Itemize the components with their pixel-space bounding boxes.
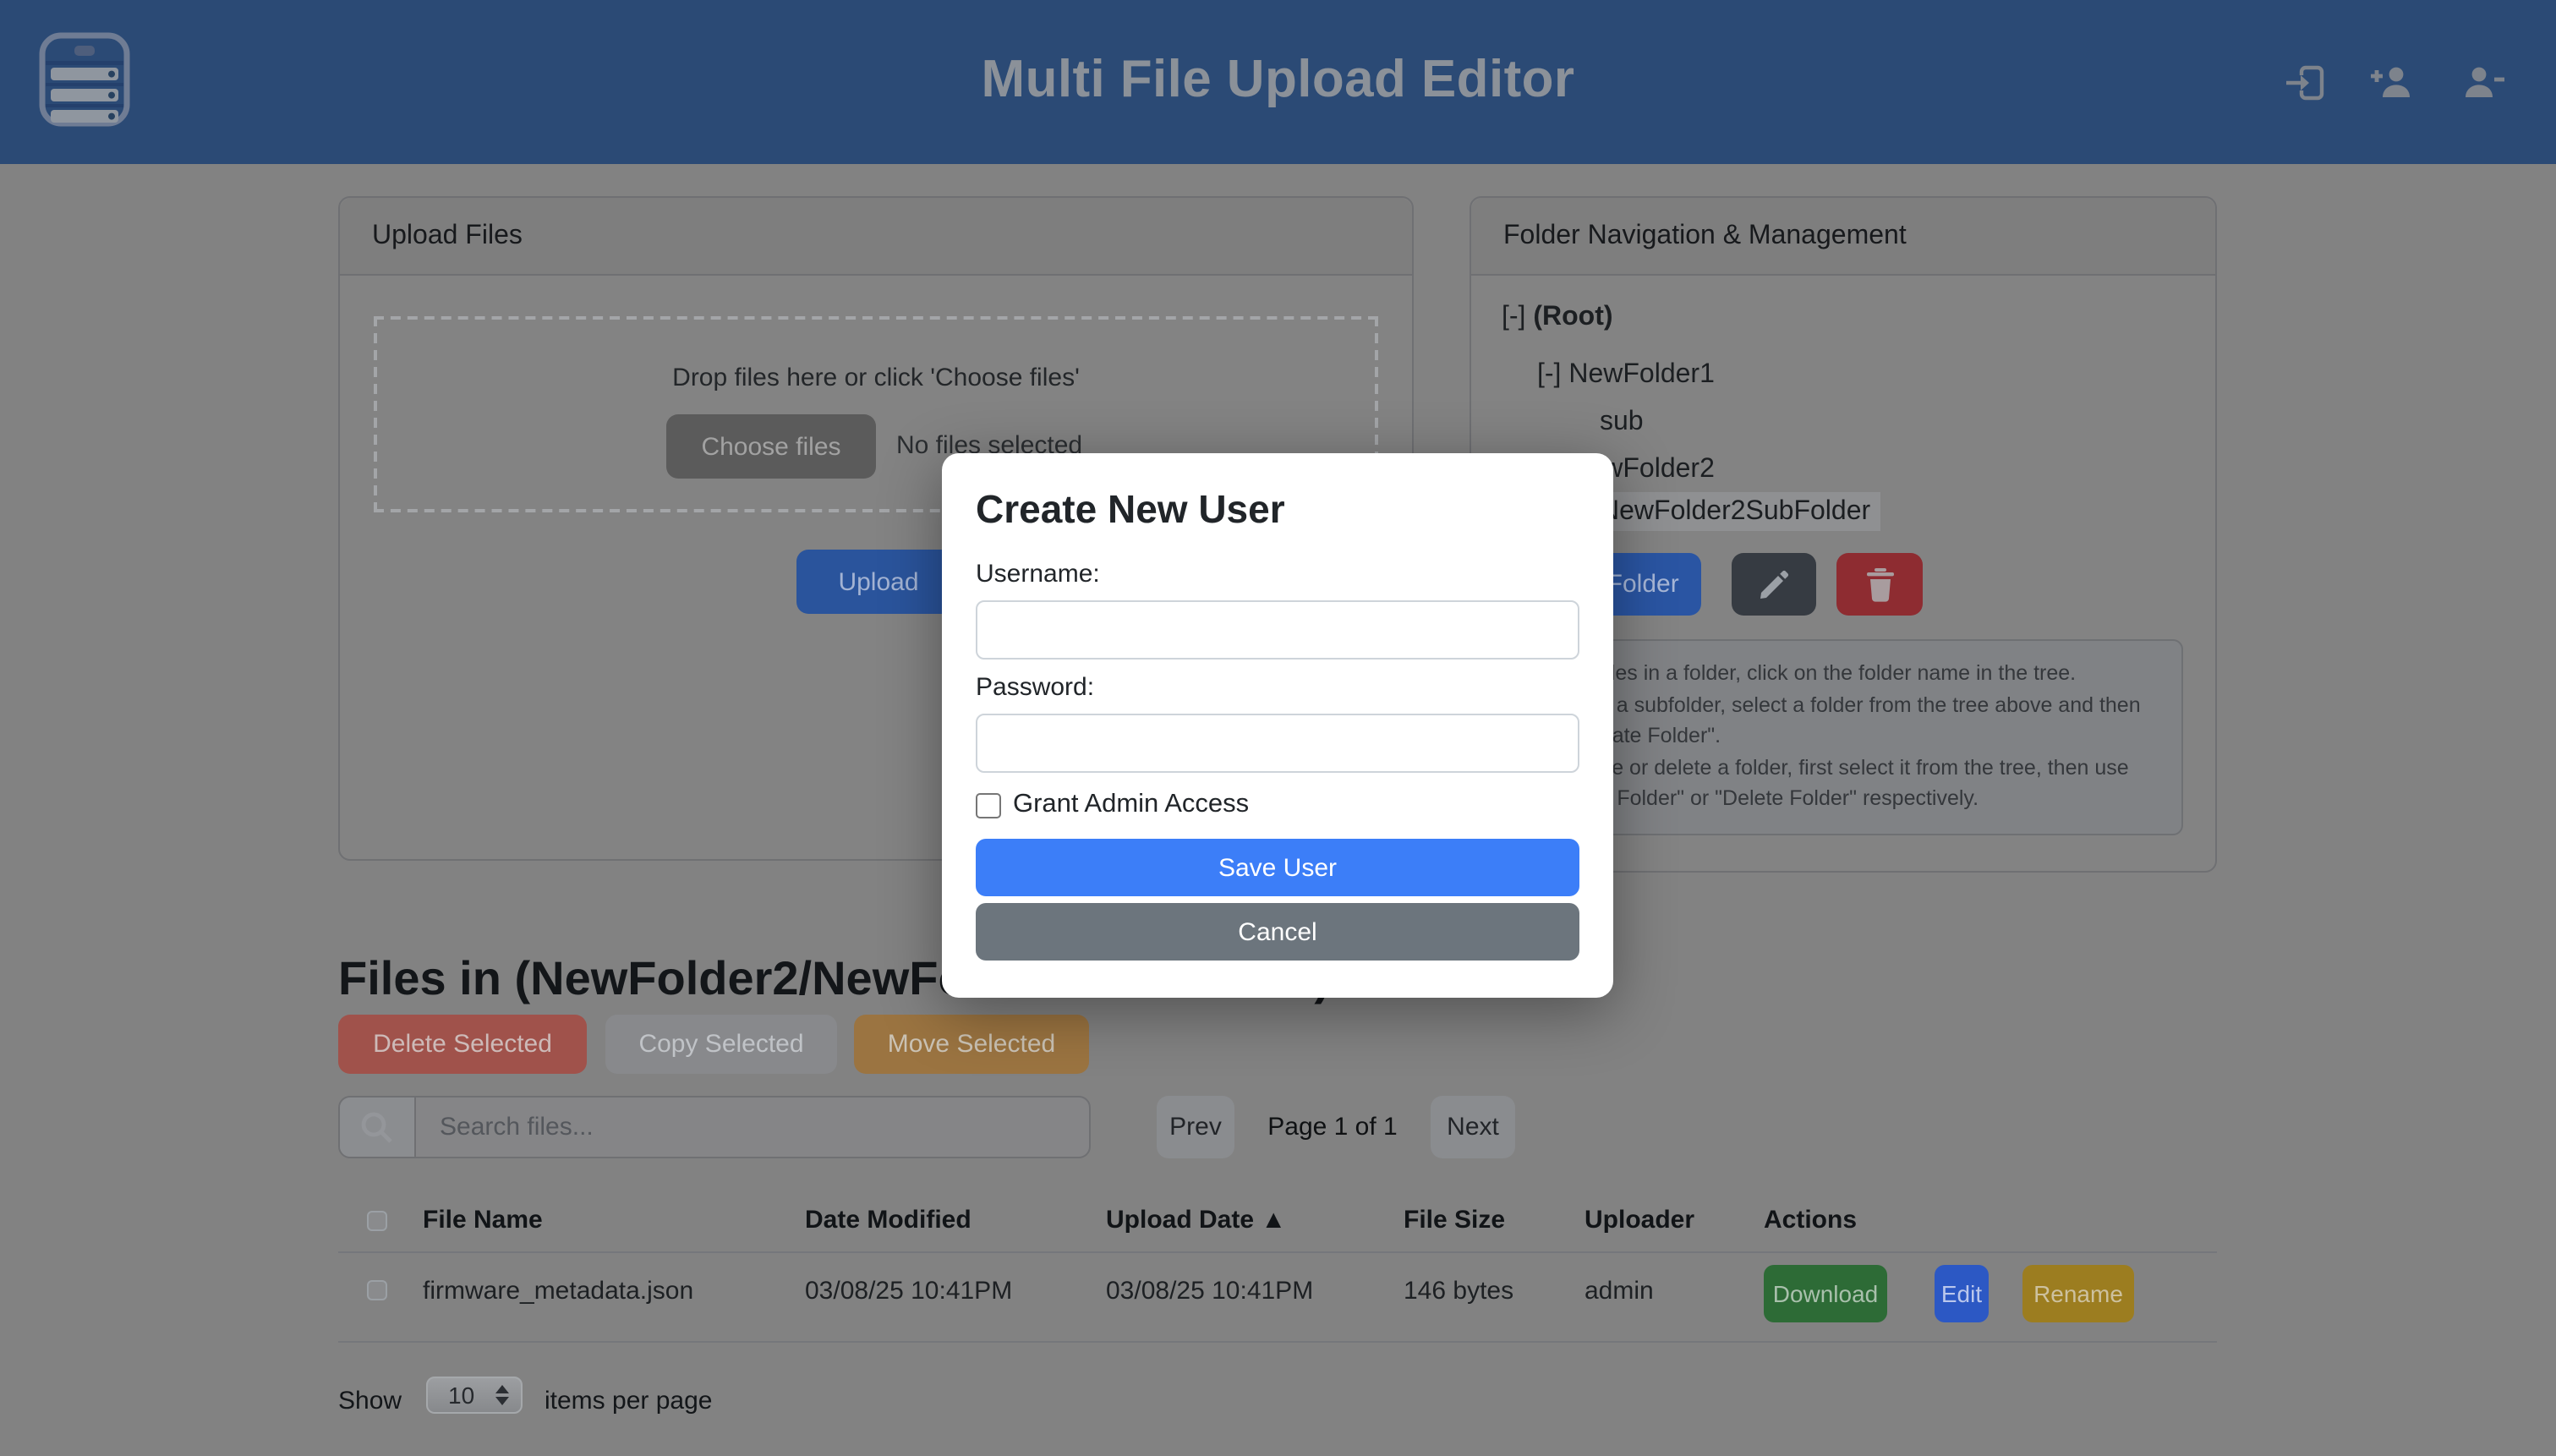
tree-item-newfolder1[interactable]: [-] NewFolder1 (1537, 360, 1715, 397)
folder-panel-title: Folder Navigation & Management (1471, 198, 2215, 276)
page: Multi File Upload Editor Upload Files Dr… (0, 0, 2556, 1456)
upload-button[interactable]: Upload (796, 550, 961, 614)
app-header: Multi File Upload Editor (0, 0, 2556, 164)
tree-toggle[interactable]: [-] (1537, 360, 1568, 389)
person-plus-icon[interactable] (2371, 64, 2411, 101)
dropzone-hint: Drop files here or click 'Choose files' (377, 364, 1375, 392)
person-dash-icon[interactable] (2464, 64, 2504, 101)
next-page-button[interactable]: Next (1431, 1096, 1515, 1158)
table-row-divider (338, 1341, 2217, 1343)
modal-title: Create New User (976, 487, 1285, 533)
page-info-text: Page 1 of 1 (1248, 1113, 1417, 1141)
table-header-divider (338, 1251, 2217, 1253)
username-field[interactable] (976, 600, 1579, 660)
cell-date-modified: 03/08/25 10:41PM (805, 1277, 1012, 1305)
grant-admin-checkbox[interactable] (976, 793, 1001, 818)
password-field[interactable] (976, 714, 1579, 773)
col-header-uploader[interactable]: Uploader (1585, 1206, 1694, 1234)
search-input[interactable] (416, 1097, 1089, 1157)
col-header-date-modified[interactable]: Date Modified (805, 1206, 971, 1234)
rename-button[interactable]: Rename (2022, 1265, 2134, 1322)
select-spinner-icon (495, 1385, 509, 1405)
items-per-page-select[interactable]: 10 (426, 1377, 523, 1414)
help-line: To create a subfolder, select a folder f… (1524, 689, 2161, 752)
edit-button[interactable]: Edit (1935, 1265, 1989, 1322)
upload-panel-title: Upload Files (340, 198, 1412, 276)
delete-selected-button[interactable]: Delete Selected (338, 1015, 587, 1074)
tree-item-label[interactable]: NewFolder2SubFolder (1590, 492, 1880, 531)
select-all-checkbox[interactable] (367, 1211, 387, 1231)
copy-selected-button[interactable]: Copy Selected (605, 1015, 837, 1074)
search-icon (358, 1108, 396, 1146)
create-new-user-modal: Create New User Username: Password: Gran… (942, 453, 1613, 998)
pencil-icon (1755, 566, 1792, 603)
col-header-file-name[interactable]: File Name (423, 1206, 543, 1234)
cell-upload-date: 03/08/25 10:41PM (1106, 1277, 1313, 1305)
col-header-actions: Actions (1764, 1206, 1857, 1234)
file-search (338, 1096, 1091, 1158)
items-per-page-suffix: items per page (545, 1387, 712, 1415)
show-label: Show (338, 1387, 402, 1415)
tree-item-label[interactable]: sub (1600, 408, 1644, 436)
username-label: Username: (976, 560, 1100, 588)
row-checkbox[interactable] (367, 1280, 387, 1300)
help-line: To view files in a folder, click on the … (1524, 658, 2161, 689)
choose-files-button[interactable]: Choose files (666, 414, 876, 479)
login-icon[interactable] (2285, 64, 2325, 101)
grant-admin-label: Grant Admin Access (1013, 790, 1249, 820)
col-header-file-size[interactable]: File Size (1404, 1206, 1505, 1234)
page-title: Multi File Upload Editor (0, 49, 2556, 110)
tree-item-label[interactable]: NewFolder1 (1568, 360, 1715, 389)
tree-item-newfolder2subfolder-selected[interactable]: NewFolder2SubFolder (1590, 497, 1880, 534)
download-button[interactable]: Download (1764, 1265, 1887, 1322)
cell-file-size: 146 bytes (1404, 1277, 1513, 1305)
rename-folder-button[interactable] (1732, 553, 1816, 616)
trash-icon (1863, 566, 1896, 603)
help-line: To rename or delete a folder, first sele… (1524, 752, 2161, 814)
cancel-button[interactable]: Cancel (976, 903, 1579, 961)
save-user-button[interactable]: Save User (976, 839, 1579, 896)
search-icon-segment (340, 1097, 416, 1157)
cell-uploader: admin (1585, 1277, 1654, 1305)
cell-file-name: firmware_metadata.json (423, 1277, 693, 1305)
items-per-page-value: 10 (428, 1382, 495, 1409)
col-header-upload-date-sorted[interactable]: Upload Date ▲ (1106, 1206, 1286, 1234)
delete-folder-button[interactable] (1836, 553, 1923, 616)
prev-page-button[interactable]: Prev (1157, 1096, 1234, 1158)
tree-item-root[interactable]: [-] (Root) (1502, 303, 1613, 340)
tree-toggle[interactable]: [-] (1502, 303, 1533, 331)
tree-item-sub[interactable]: sub (1600, 408, 1644, 445)
password-label: Password: (976, 673, 1094, 702)
move-selected-button[interactable]: Move Selected (854, 1015, 1089, 1074)
tree-item-label[interactable]: (Root) (1533, 303, 1612, 331)
